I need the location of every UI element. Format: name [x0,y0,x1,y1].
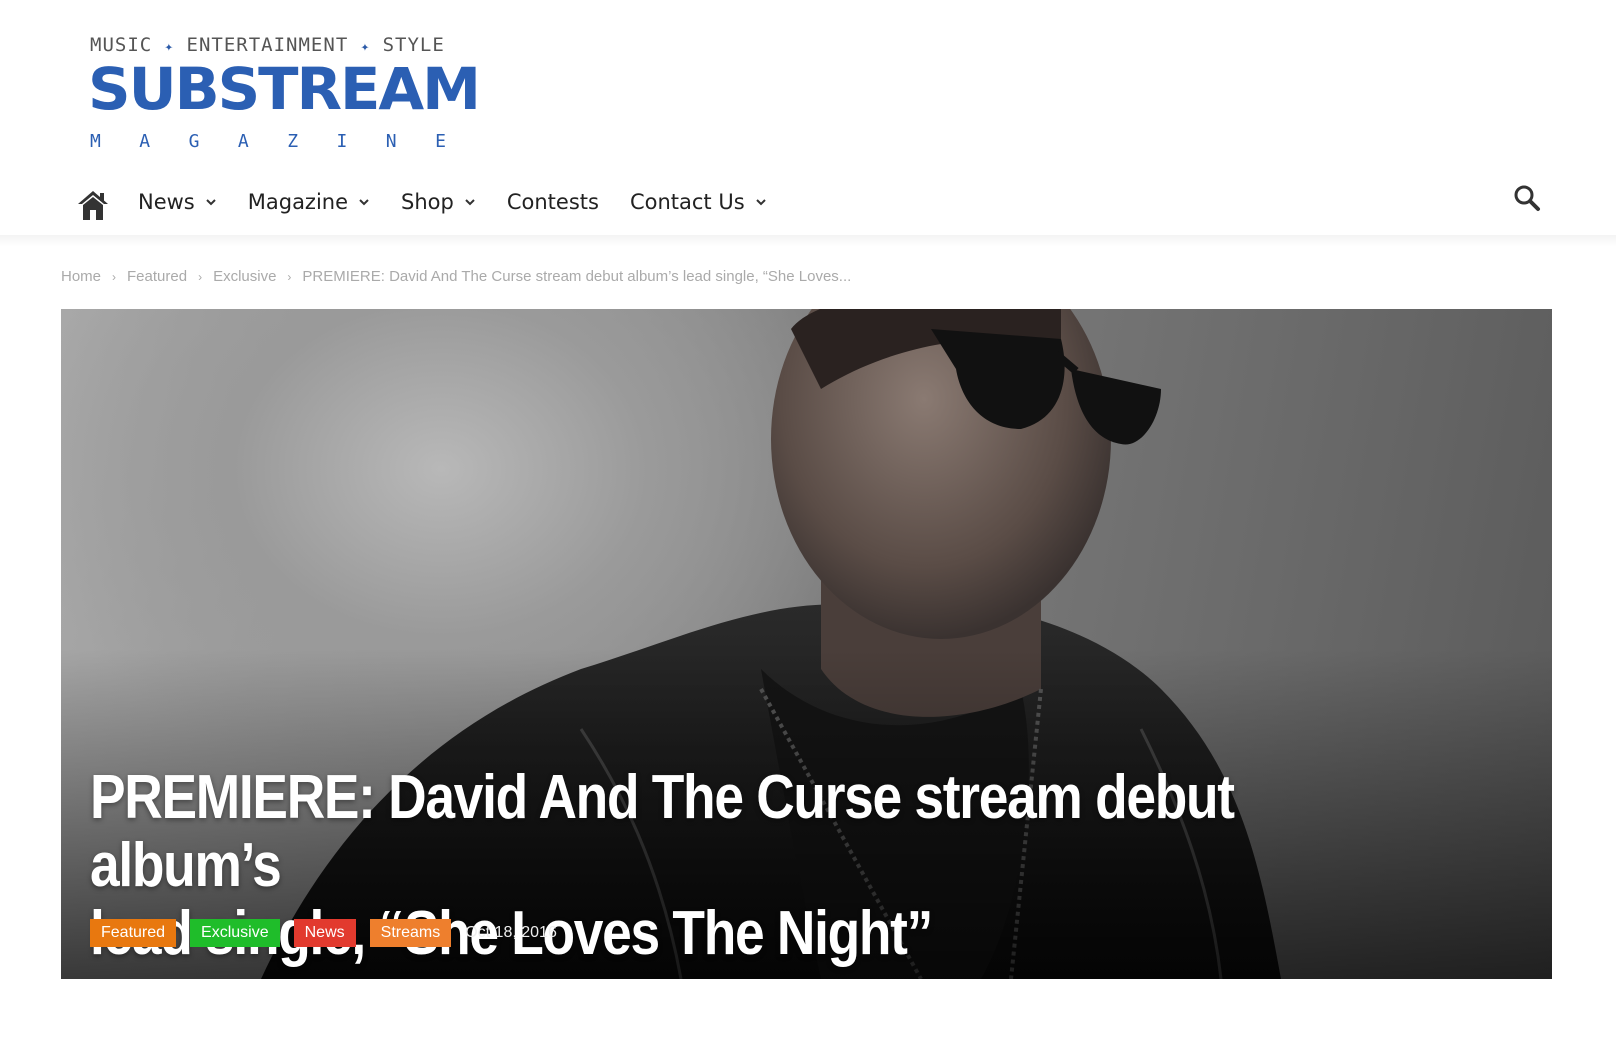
article-title-line: PREMIERE: David And The Curse stream deb… [90,763,1235,900]
nav-item-shop[interactable]: Shop [401,190,476,214]
chevron-right-icon: › [287,269,292,284]
chevron-down-icon [755,199,766,206]
tagline-style: STYLE [382,34,445,56]
tag-news[interactable]: News [293,919,356,947]
logo-letter: I [336,131,348,152]
nav-divider [0,235,1616,247]
logo-letter: Z [287,131,299,152]
tag-featured[interactable]: Featured [90,919,177,947]
star-icon: ✦ [164,39,175,55]
nav-item-label: News [138,190,195,214]
main-nav: News Magazine Shop Contests Contact Us [0,170,1616,240]
logo-letter: N [385,131,397,152]
tag-exclusive[interactable]: Exclusive [190,919,280,947]
tagline-entertainment: ENTERTAINMENT [186,34,349,56]
chevron-down-icon [465,199,475,206]
chevron-down-icon [206,199,216,206]
nav-item-label: Shop [401,190,454,214]
site-logo[interactable]: MUSIC ✦ ENTERTAINMENT ✦ STYLE SUBSTREAM … [88,30,481,155]
article-meta: Featured Exclusive News Streams Oct 18, … [90,919,557,947]
logo-magazine-text: M A G A Z I N E [90,131,446,152]
logo-tagline: MUSIC ✦ ENTERTAINMENT ✦ STYLE [90,34,445,56]
breadcrumb-featured[interactable]: Featured [127,268,187,285]
logo-letter: G [188,131,200,152]
breadcrumb: Home › Featured › Exclusive › PREMIERE: … [61,268,851,285]
nav-item-contact-us[interactable]: Contact Us [630,190,767,214]
tagline-music: MUSIC [90,34,153,56]
nav-item-label: Magazine [247,190,349,214]
featured-hero[interactable]: PREMIERE: David And The Curse stream deb… [61,309,1552,979]
logo-letter: A [139,131,151,152]
logo-letter: M [90,131,101,152]
logo-letter: E [435,131,446,152]
nav-item-label: Contests [506,190,599,214]
nav-item-contests[interactable]: Contests [507,190,599,214]
breadcrumb-exclusive[interactable]: Exclusive [213,268,276,285]
breadcrumb-current: PREMIERE: David And The Curse stream deb… [302,268,852,285]
logo-letter: A [237,131,249,152]
logo-wordmark: SUBSTREAM [88,55,481,123]
star-icon: ✦ [360,39,371,55]
chevron-right-icon: › [198,269,203,284]
nav-item-label: Contact Us [629,190,745,214]
chevron-down-icon [359,199,369,206]
tag-streams[interactable]: Streams [369,919,452,947]
nav-item-magazine[interactable]: Magazine [248,190,370,214]
chevron-right-icon: › [112,269,117,284]
nav-item-news[interactable]: News [138,190,217,214]
article-date: Oct 18, 2016 [465,924,557,941]
search-icon[interactable] [1512,183,1542,213]
home-icon[interactable] [76,188,110,222]
breadcrumb-home[interactable]: Home [61,268,101,285]
